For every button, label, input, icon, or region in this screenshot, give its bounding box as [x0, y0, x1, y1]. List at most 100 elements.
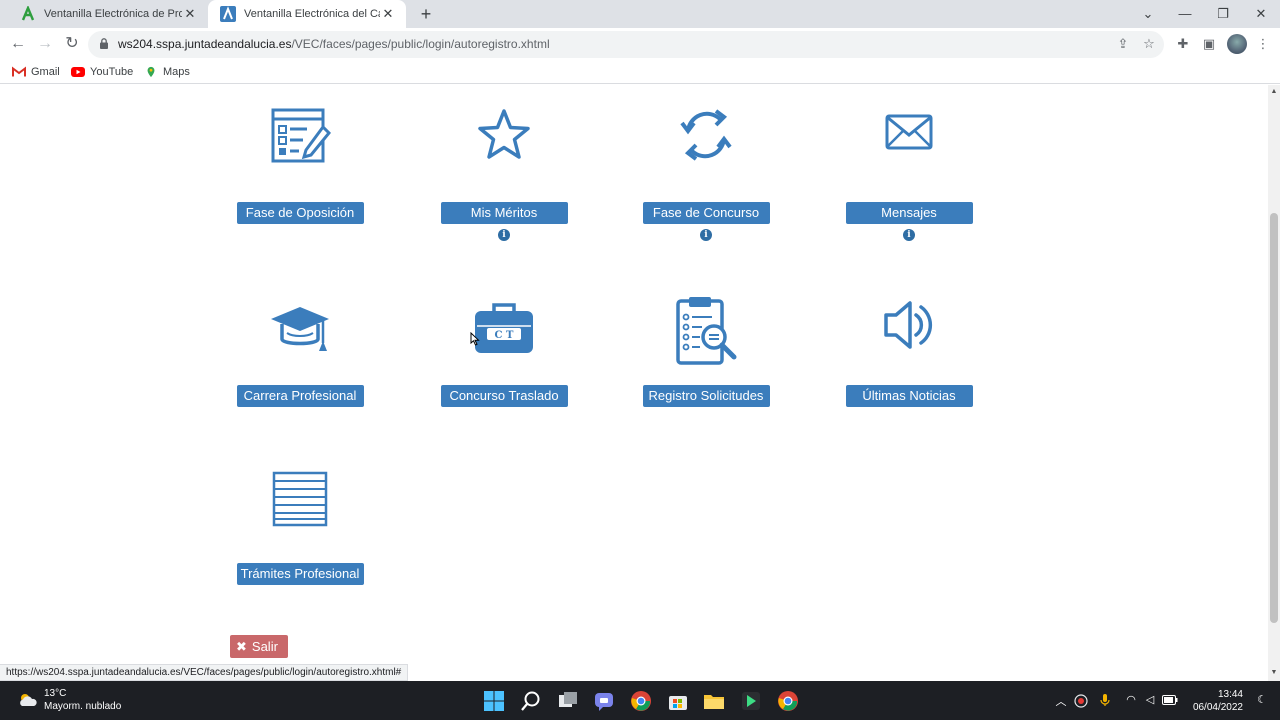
logout-button[interactable]: ✖ Salir [230, 635, 288, 658]
tray-overflow-icon[interactable]: ︿ [1053, 693, 1069, 709]
tab-title: Ventanilla Electrónica del Candid [244, 8, 380, 20]
bookmark-youtube[interactable]: YouTube [71, 64, 133, 80]
tab-search-icon[interactable]: ⌄ [1136, 4, 1160, 24]
new-tab-button[interactable]: + [416, 4, 436, 24]
fase-oposicion-button[interactable]: Fase de Oposición [236, 202, 364, 224]
tile-tramites-profesional[interactable]: Trámites Profesional [236, 471, 364, 585]
windows-start-icon[interactable] [483, 690, 505, 712]
registro-solicitudes-button[interactable]: Registro Solicitudes [642, 385, 770, 407]
bookmarks-bar: Gmail YouTube Maps [0, 60, 1280, 84]
close-window-button[interactable]: ✕ [1249, 4, 1273, 24]
tab-strip: Ventanilla Electrónica de Profesio ✕ Ven… [0, 0, 1280, 28]
scroll-up-icon[interactable]: ▲ [1270, 88, 1278, 95]
clock-date: 06/04/2022 [1192, 702, 1243, 713]
junta-andalucia-logo-icon [220, 6, 236, 22]
info-icon[interactable]: i [700, 229, 712, 241]
logout-label: Salir [251, 639, 278, 654]
search-icon[interactable] [520, 690, 542, 712]
reload-icon[interactable]: ↻ [62, 34, 82, 54]
chrome-icon[interactable] [630, 690, 652, 712]
task-view-icon[interactable] [557, 690, 579, 712]
scroll-down-icon[interactable]: ▼ [1270, 669, 1278, 676]
gmail-icon [12, 66, 26, 77]
browser-toolbar: ← → ↻ ws204.sspa.juntadeandalucia.es/VEC… [0, 28, 1280, 60]
restore-button[interactable]: ❐ [1211, 4, 1235, 24]
tile-registro-solicitudes[interactable]: Registro Solicitudes [642, 295, 770, 407]
refresh-cycle-icon [680, 109, 732, 161]
extensions-icon[interactable]: ✚ [1173, 34, 1193, 54]
tile-fase-oposicion[interactable]: Fase de Oposición [236, 105, 364, 224]
list-document-icon [272, 471, 328, 527]
minimize-button[interactable]: — [1173, 4, 1197, 24]
vertical-scrollbar[interactable]: ▲ ▼ [1268, 85, 1280, 681]
weather-temp: 13°C [44, 688, 67, 699]
share-icon[interactable]: ⇪ [1113, 34, 1133, 54]
close-icon: ✖ [236, 639, 247, 654]
info-icon[interactable]: i [498, 229, 510, 241]
mensajes-button[interactable]: Mensajes [845, 202, 973, 224]
close-tab-icon[interactable]: ✕ [182, 6, 198, 22]
tile-carrera-profesional[interactable]: Carrera Profesional [236, 295, 364, 407]
cloud-sun-icon [20, 694, 37, 706]
tab-title: Ventanilla Electrónica de Profesio [44, 8, 182, 20]
microphone-icon[interactable] [1097, 693, 1113, 707]
mouse-cursor-icon [470, 332, 480, 346]
graduation-cap-icon [271, 307, 329, 351]
bookmark-label: Gmail [31, 66, 60, 78]
teams-chat-icon[interactable] [593, 690, 615, 712]
scroll-thumb[interactable] [1270, 213, 1278, 623]
checklist-form-icon [271, 108, 331, 163]
tile-mensajes[interactable]: Mensajes i [845, 105, 973, 241]
speaker-icon [884, 301, 933, 349]
maps-icon [147, 66, 155, 78]
envelope-icon [885, 114, 933, 150]
tile-concurso-traslado[interactable]: C T Concurso Traslado [440, 295, 568, 407]
bookmark-star-icon[interactable]: ☆ [1139, 34, 1159, 54]
weather-widget[interactable]: 13°C Mayorm. nublado [18, 687, 121, 713]
more-menu-icon[interactable]: ⋮ [1253, 34, 1273, 54]
green-a-logo-icon [21, 6, 35, 21]
mis-meritos-button[interactable]: Mis Méritos [440, 202, 568, 224]
media-app-icon[interactable] [740, 690, 762, 712]
briefcase-icon: C T [475, 303, 533, 353]
url-text: ws204.sspa.juntadeandalucia.es/VEC/faces… [118, 37, 550, 51]
bookmark-gmail[interactable]: Gmail [12, 64, 60, 80]
chrome-active-icon[interactable] [777, 690, 799, 712]
tile-ultimas-noticias[interactable]: Últimas Noticias [845, 295, 973, 407]
forward-icon[interactable]: → [35, 34, 55, 54]
fase-concurso-button[interactable]: Fase de Concurso [642, 202, 770, 224]
ultimas-noticias-button[interactable]: Últimas Noticias [845, 385, 973, 407]
side-panel-icon[interactable]: ▣ [1199, 34, 1219, 54]
bookmark-label: Maps [163, 66, 190, 78]
close-tab-icon[interactable]: ✕ [380, 6, 396, 22]
tramites-profesional-button[interactable]: Trámites Profesional [236, 563, 364, 585]
address-bar[interactable]: ws204.sspa.juntadeandalucia.es/VEC/faces… [88, 31, 1164, 58]
notifications-moon-icon[interactable]: ☾ [1254, 693, 1270, 706]
windows-taskbar: 13°C Mayorm. nublado ︿ ◠ ◁ 13:44 06/04/2… [0, 681, 1280, 720]
store-icon[interactable] [667, 690, 689, 712]
tile-mis-meritos[interactable]: Mis Méritos i [440, 105, 568, 241]
wifi-icon[interactable]: ◠ [1123, 693, 1139, 706]
tab-candidato[interactable]: Ventanilla Electrónica del Candid ✕ [208, 0, 406, 28]
star-icon [478, 109, 530, 159]
bookmark-maps[interactable]: Maps [144, 64, 190, 80]
file-explorer-icon[interactable] [703, 690, 725, 712]
status-bar-url: https://ws204.sspa.juntadeandalucia.es/V… [0, 664, 409, 681]
tile-fase-concurso[interactable]: Fase de Concurso i [642, 105, 770, 241]
profile-avatar[interactable] [1227, 34, 1247, 54]
info-icon[interactable]: i [903, 229, 915, 241]
record-icon[interactable] [1073, 694, 1089, 708]
clipboard-search-icon [676, 297, 737, 365]
weather-desc: Mayorm. nublado [44, 701, 122, 712]
lock-icon [100, 38, 108, 49]
concurso-traslado-button[interactable]: Concurso Traslado [440, 385, 568, 407]
volume-icon[interactable]: ◁ [1142, 693, 1158, 706]
bookmark-label: YouTube [90, 66, 134, 78]
page-content: Fase de Oposición Mis Méritos i Fase de … [0, 85, 1268, 681]
battery-icon[interactable] [1162, 695, 1178, 705]
tab-profesional[interactable]: Ventanilla Electrónica de Profesio ✕ [8, 0, 208, 28]
clock-time: 13:44 [1217, 689, 1243, 700]
back-icon[interactable]: ← [8, 34, 28, 54]
carrera-profesional-button[interactable]: Carrera Profesional [236, 385, 364, 407]
system-clock[interactable]: 13:44 06/04/2022 [1190, 688, 1243, 714]
